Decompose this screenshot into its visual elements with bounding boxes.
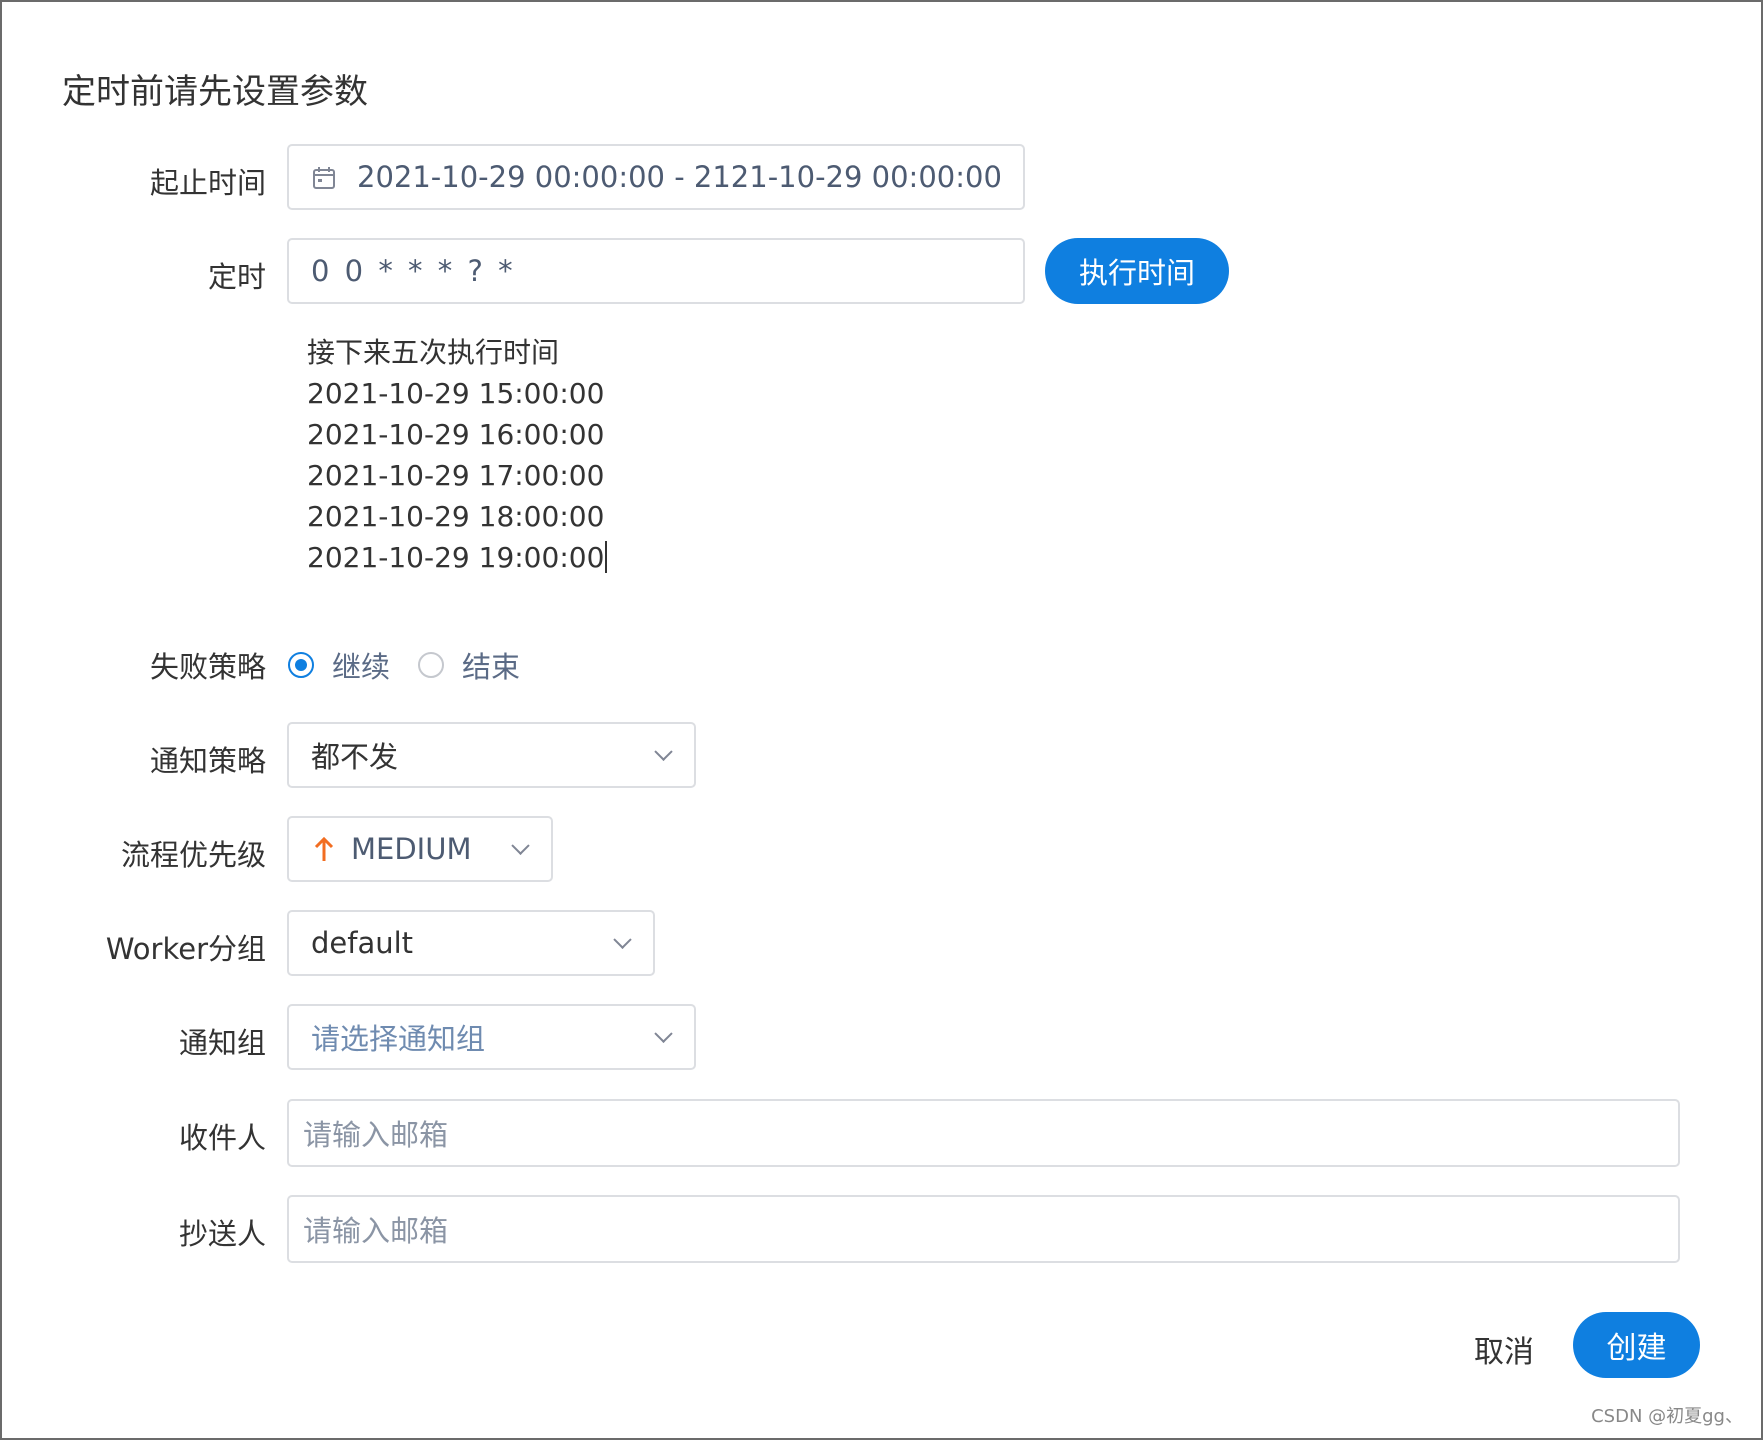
date-range-value: 2021-10-29 00:00:00 - 2121-10-29 00:00:0… bbox=[357, 160, 1002, 194]
next-runs-heading: 接下来五次执行时间 bbox=[307, 336, 560, 369]
worker-group-label: Worker分组 bbox=[105, 932, 266, 966]
priority-label: 流程优先级 bbox=[120, 838, 266, 872]
radio-continue-label: 继续 bbox=[332, 650, 391, 684]
create-button[interactable]: 创建 bbox=[1573, 1312, 1700, 1378]
recipients-input[interactable]: 请输入邮箱 bbox=[287, 1099, 1680, 1167]
cc-placeholder: 请输入邮箱 bbox=[303, 1214, 449, 1248]
next-run-time: 2021-10-29 19:00:00 bbox=[307, 541, 605, 574]
date-range-picker[interactable]: 2021-10-29 00:00:00 - 2121-10-29 00:00:0… bbox=[287, 144, 1025, 210]
radio-unchecked-icon bbox=[418, 652, 444, 678]
notify-strategy-value: 都不发 bbox=[311, 740, 399, 774]
dialog-title: 定时前请先设置参数 bbox=[62, 72, 368, 112]
timing-label: 定时 bbox=[207, 260, 266, 294]
priority-select[interactable]: MEDIUM bbox=[287, 816, 553, 882]
text-caret bbox=[605, 541, 608, 573]
radio-end-label: 结束 bbox=[462, 650, 521, 684]
start-end-time-label: 起止时间 bbox=[149, 166, 266, 200]
notify-group-label: 通知组 bbox=[178, 1026, 266, 1060]
recipients-placeholder: 请输入邮箱 bbox=[303, 1118, 449, 1152]
execution-time-button[interactable]: 执行时间 bbox=[1045, 238, 1229, 304]
arrow-up-icon bbox=[313, 835, 335, 863]
chevron-down-icon bbox=[654, 742, 673, 761]
cron-value: 0 0 * * * ? * bbox=[311, 254, 516, 288]
priority-value: MEDIUM bbox=[351, 832, 472, 866]
worker-group-select[interactable]: default bbox=[287, 910, 655, 976]
radio-continue[interactable]: 继续 bbox=[288, 644, 390, 686]
failure-strategy-label: 失败策略 bbox=[149, 650, 266, 684]
next-run-time: 2021-10-29 15:00:00 bbox=[307, 377, 605, 410]
next-runs-preview: 接下来五次执行时间 2021-10-29 15:00:00 2021-10-29… bbox=[307, 332, 608, 578]
cc-input[interactable]: 请输入邮箱 bbox=[287, 1195, 1680, 1263]
calendar-icon bbox=[311, 164, 337, 190]
next-run-time: 2021-10-29 18:00:00 bbox=[307, 500, 605, 533]
watermark: CSDN @初夏gg、 bbox=[1591, 1406, 1743, 1427]
notify-strategy-select[interactable]: 都不发 bbox=[287, 722, 696, 788]
cc-label: 抄送人 bbox=[178, 1217, 266, 1251]
schedule-dialog: 定时前请先设置参数 起止时间 2021-10-29 00:00:00 - 212… bbox=[0, 0, 1763, 1440]
radio-checked-icon bbox=[288, 652, 314, 678]
notify-strategy-label: 通知策略 bbox=[149, 744, 266, 778]
chevron-down-icon bbox=[511, 836, 530, 855]
notify-group-select[interactable]: 请选择通知组 bbox=[287, 1004, 696, 1070]
notify-group-placeholder: 请选择通知组 bbox=[311, 1022, 486, 1056]
chevron-down-icon bbox=[654, 1024, 673, 1043]
cancel-button[interactable]: 取消 bbox=[1474, 1327, 1534, 1371]
next-run-time: 2021-10-29 16:00:00 bbox=[307, 418, 605, 451]
recipients-label: 收件人 bbox=[178, 1121, 266, 1155]
cron-input[interactable]: 0 0 * * * ? * bbox=[287, 238, 1025, 304]
chevron-down-icon bbox=[613, 930, 632, 949]
next-run-time: 2021-10-29 17:00:00 bbox=[307, 459, 605, 492]
radio-end[interactable]: 结束 bbox=[418, 644, 520, 686]
worker-group-value: default bbox=[311, 926, 414, 960]
